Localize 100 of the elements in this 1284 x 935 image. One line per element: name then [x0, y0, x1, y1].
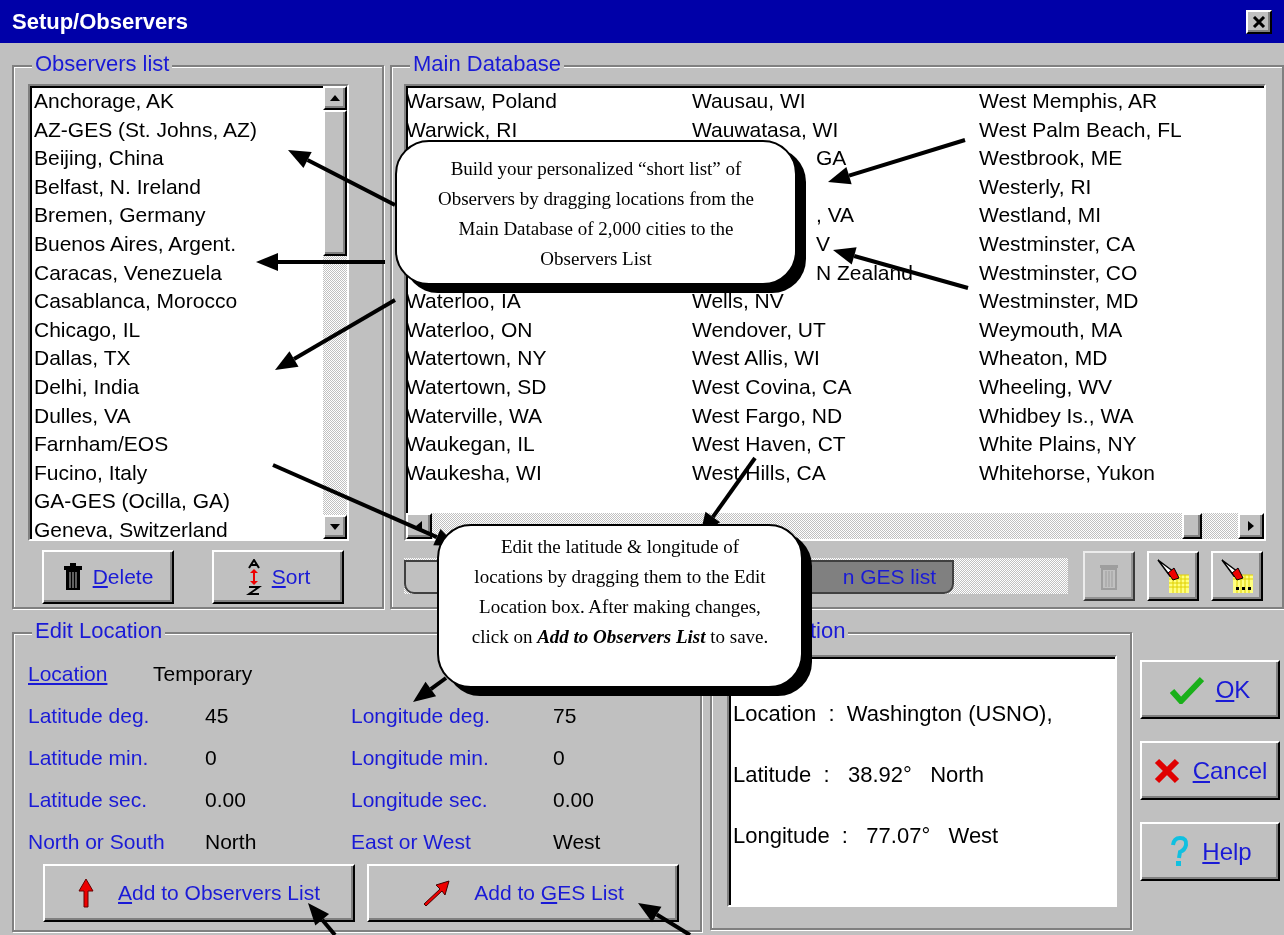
scroll-down-button[interactable]	[323, 515, 347, 539]
location-link[interactable]: Location	[28, 658, 153, 690]
list-item[interactable]: Wells, NV	[692, 289, 784, 313]
list-item[interactable]: Geneva, Switzerland	[34, 515, 323, 539]
list-item[interactable]: Waukegan, IL	[406, 432, 535, 456]
list-item[interactable]: Farnham/EOS	[34, 430, 323, 459]
help-button[interactable]: Help	[1140, 822, 1280, 881]
list-item[interactable]: V	[816, 231, 830, 255]
list-item[interactable]: Waukesha, WI	[406, 460, 542, 484]
arrow	[638, 903, 692, 935]
list-item[interactable]: Wauwatasa, WI	[692, 117, 839, 141]
field-label: East or West	[351, 829, 472, 855]
right-arrow-icon	[1248, 521, 1254, 531]
find-button[interactable]	[1147, 551, 1199, 601]
field-value: West	[553, 829, 602, 855]
down-arrow-icon	[330, 524, 340, 530]
list-item[interactable]: Whidbey Is., WA	[979, 403, 1134, 427]
list-item[interactable]: Warwick, RI	[406, 117, 518, 141]
list-item[interactable]: Wendover, UT	[692, 317, 826, 341]
ok-button[interactable]: OK	[1140, 660, 1280, 719]
list-item[interactable]: Waterloo, ON	[406, 317, 533, 341]
flashlight-icon	[1219, 557, 1255, 595]
sort-button[interactable]: Sort	[212, 550, 344, 604]
scroll-thumb[interactable]	[1182, 513, 1202, 539]
field-label: Longitude min.	[351, 745, 490, 771]
trash-icon	[62, 562, 83, 592]
scroll-right-button[interactable]	[1238, 513, 1264, 539]
cancel-button[interactable]: Cancel	[1140, 741, 1280, 800]
list-item[interactable]: Dallas, TX	[34, 344, 323, 373]
list-item[interactable]: Westminster, MD	[979, 289, 1139, 313]
list-item[interactable]: Weymouth, MA	[979, 317, 1123, 341]
list-item[interactable]: West Haven, CT	[692, 432, 846, 456]
close-button[interactable]	[1246, 9, 1272, 34]
info-line: Latitude : 38.92° North	[733, 761, 985, 789]
sort-icon	[245, 559, 262, 595]
list-item[interactable]: Buenos Aires, Argent.	[34, 229, 323, 259]
field-value: 0	[205, 745, 218, 771]
list-item[interactable]: GA-GES (Ocilla, GA)	[34, 487, 323, 516]
list-item[interactable]: West Covina, CA	[692, 374, 852, 398]
list-item[interactable]: Westerly, RI	[979, 174, 1092, 198]
list-item[interactable]: Westminster, CO	[979, 260, 1138, 284]
left-arrow-icon	[416, 521, 422, 531]
list-item[interactable]: Warsaw, Poland	[406, 89, 557, 112]
list-item[interactable]: White Plains, NY	[979, 432, 1137, 456]
list-item[interactable]: Wausau, WI	[692, 89, 806, 112]
list-item[interactable]: Delhi, India	[34, 372, 323, 402]
list-item[interactable]: Waterville, WA	[406, 403, 543, 427]
arrow	[308, 903, 337, 935]
field-value: 75	[553, 703, 578, 729]
flashlight-icon	[1155, 557, 1191, 595]
field-label: Longitude sec.	[351, 787, 489, 813]
list-item[interactable]: GA	[816, 146, 847, 170]
info-line: Longitude : 77.07° West	[733, 822, 1000, 850]
info-line: Location : Washington (USNO),	[733, 700, 1054, 728]
field-value: 0	[553, 745, 566, 771]
field-value: 0.00	[205, 787, 247, 813]
list-item[interactable]: West Fargo, ND	[692, 403, 843, 427]
list-item[interactable]: Waterloo, IA	[406, 289, 521, 313]
field-label: Latitude min.	[28, 745, 150, 771]
list-item[interactable]: Watertown, SD	[406, 374, 547, 398]
list-item[interactable]: West Hills, CA	[692, 460, 826, 484]
observers-listbox[interactable]	[28, 84, 349, 541]
delete-button[interactable]: Delete	[42, 550, 174, 604]
scrollbar[interactable]	[323, 86, 347, 539]
field-value: 0.00	[553, 787, 595, 813]
check-icon	[1169, 675, 1204, 704]
list-item[interactable]: Chicago, IL	[34, 315, 323, 345]
list-item[interactable]: West Allis, WI	[692, 346, 820, 370]
list-item[interactable]: Wheaton, MD	[979, 346, 1108, 370]
arrow-icon	[422, 880, 451, 906]
list-item[interactable]: Beijing, China	[34, 144, 323, 173]
list-item[interactable]: Fucino, Italy	[34, 458, 323, 488]
add-ges-button[interactable]: Add to GES List	[367, 864, 679, 922]
list-item[interactable]: Dulles, VA	[34, 401, 323, 431]
up-arrow-icon	[330, 95, 340, 101]
scroll-thumb[interactable]	[323, 110, 347, 256]
list-item[interactable]: Westland, MI	[979, 203, 1102, 227]
list-item[interactable]: , VA	[816, 203, 855, 227]
list-item[interactable]: Belfast, N. Ireland	[34, 172, 323, 202]
up-arrow-icon	[78, 878, 95, 908]
window-title: Setup/Observers	[12, 8, 189, 36]
list-item[interactable]: Bremen, Germany	[34, 201, 323, 230]
field-value: 45	[205, 703, 230, 729]
scroll-up-button[interactable]	[323, 86, 347, 110]
list-item[interactable]: Westbrook, ME	[979, 146, 1123, 170]
list-item[interactable]: Watertown, NY	[406, 346, 547, 370]
close-icon	[1152, 756, 1181, 785]
list-item[interactable]: AZ-GES (St. Johns, AZ)	[34, 115, 323, 145]
list-item[interactable]: West Palm Beach, FL	[979, 117, 1182, 141]
list-item[interactable]: Westminster, CA	[979, 231, 1135, 255]
add-observers-button[interactable]: Add to Observers List	[43, 864, 355, 922]
list-item[interactable]: West Memphis, AR	[979, 89, 1158, 112]
list-item[interactable]: Casablanca, Morocco	[34, 287, 323, 316]
list-item[interactable]: Whitehorse, Yukon	[979, 460, 1155, 484]
arrow	[413, 676, 448, 702]
find-button[interactable]	[1211, 551, 1263, 601]
list-item[interactable]: Wheeling, WV	[979, 374, 1113, 398]
field-label: North or South	[28, 829, 166, 855]
list-item[interactable]: Anchorage, AK	[34, 87, 323, 116]
list-item[interactable]: Caracas, Venezuela	[34, 258, 323, 288]
